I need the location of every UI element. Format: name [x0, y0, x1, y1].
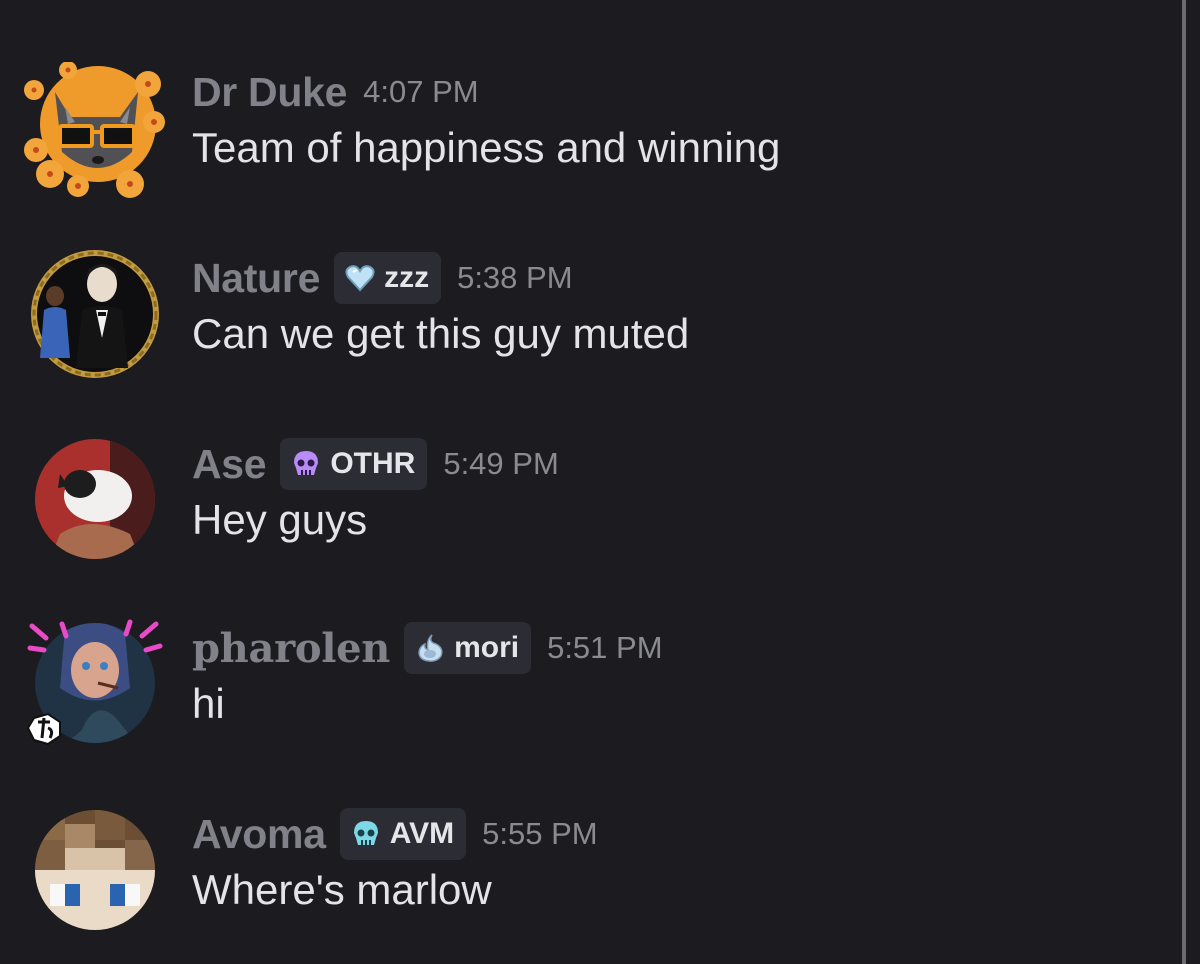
server-tag[interactable]: AVM [339, 808, 467, 860]
server-tag[interactable]: mori [404, 622, 532, 674]
timestamp: 5:51 PM [547, 630, 663, 665]
scrollbar[interactable] [1182, 0, 1186, 964]
timestamp: 5:38 PM [457, 260, 573, 295]
tag-label: mori [454, 631, 520, 664]
username[interactable]: Dr Duke [192, 69, 347, 116]
message-item: Avoma AVM 5:55 PM Where's marlow [0, 804, 1170, 954]
avatar[interactable] [20, 248, 170, 398]
message-text: Hey guys [192, 496, 368, 543]
message-item: Dr Duke 4:07 PM Team of happiness and wi… [0, 61, 1170, 212]
tag-label: zzz [384, 261, 430, 294]
server-tag[interactable]: OTHR [280, 438, 428, 490]
avatar[interactable] [20, 61, 170, 212]
message-text: Can we get this guy muted [192, 310, 690, 357]
message-header: Avoma AVM 5:55 PM [192, 804, 598, 864]
timestamp: 5:55 PM [482, 816, 598, 851]
heart-icon [345, 265, 375, 292]
avatar[interactable] [20, 434, 170, 584]
username[interactable]: Nature [192, 255, 320, 302]
timestamp: 4:07 PM [363, 74, 479, 109]
message-text: Team of happiness and winning [192, 124, 781, 171]
message-header: Dr Duke 4:07 PM [192, 62, 479, 122]
flame-icon [418, 634, 443, 662]
avatar[interactable] [20, 804, 170, 954]
message-item: Nature zzz 5:38 PM Can we get this guy m… [0, 248, 1170, 398]
avatar[interactable] [20, 618, 170, 768]
message-header: Ase OTHR 5:49 PM [192, 434, 559, 494]
message-header: pharolen mori 5:51 PM [192, 618, 663, 678]
username[interactable]: Ase [192, 441, 267, 488]
username[interactable]: pharolen [192, 625, 390, 672]
message-text: Where's marlow [192, 866, 492, 913]
message-text: hi [192, 680, 225, 727]
tag-label: AVM [389, 817, 455, 850]
skull-icon [353, 821, 378, 845]
skull-icon [294, 451, 319, 475]
server-tag[interactable]: zzz [334, 252, 442, 304]
timestamp: 5:49 PM [443, 446, 559, 481]
message-header: Nature zzz 5:38 PM [192, 248, 573, 308]
username[interactable]: Avoma [192, 811, 326, 858]
message-item: pharolen mori 5:51 PM hi [0, 618, 1170, 768]
message-item: Ase OTHR 5:49 PM Hey guys [0, 434, 1170, 584]
tag-label: OTHR [330, 447, 416, 480]
